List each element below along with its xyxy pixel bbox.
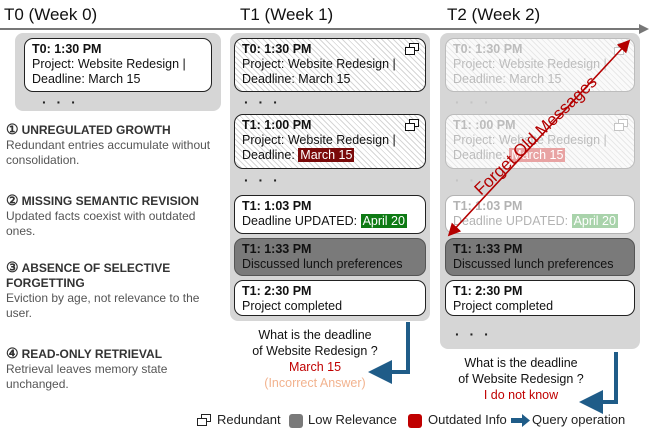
- legend-outdated-info: Outdated Info: [428, 412, 507, 427]
- legend-query-operation: Query operation: [532, 412, 626, 427]
- legend-redundant-icon: [197, 414, 211, 427]
- query-text: What is the deadline: [464, 356, 578, 370]
- t1-query-arrow: [368, 322, 410, 384]
- legend-low-relevance-swatch: [289, 414, 303, 428]
- t2-query: What is the deadline of Website Redesign…: [446, 355, 596, 403]
- legend-query-arrow-icon: [511, 414, 530, 427]
- legend-redundant: Redundant: [217, 412, 281, 427]
- legend-outdated-swatch: [408, 414, 422, 428]
- query-text: of Website Redesign ?: [458, 372, 584, 386]
- legend-low-relevance: Low Relevance: [308, 412, 397, 427]
- query-answer: I do not know: [483, 388, 559, 402]
